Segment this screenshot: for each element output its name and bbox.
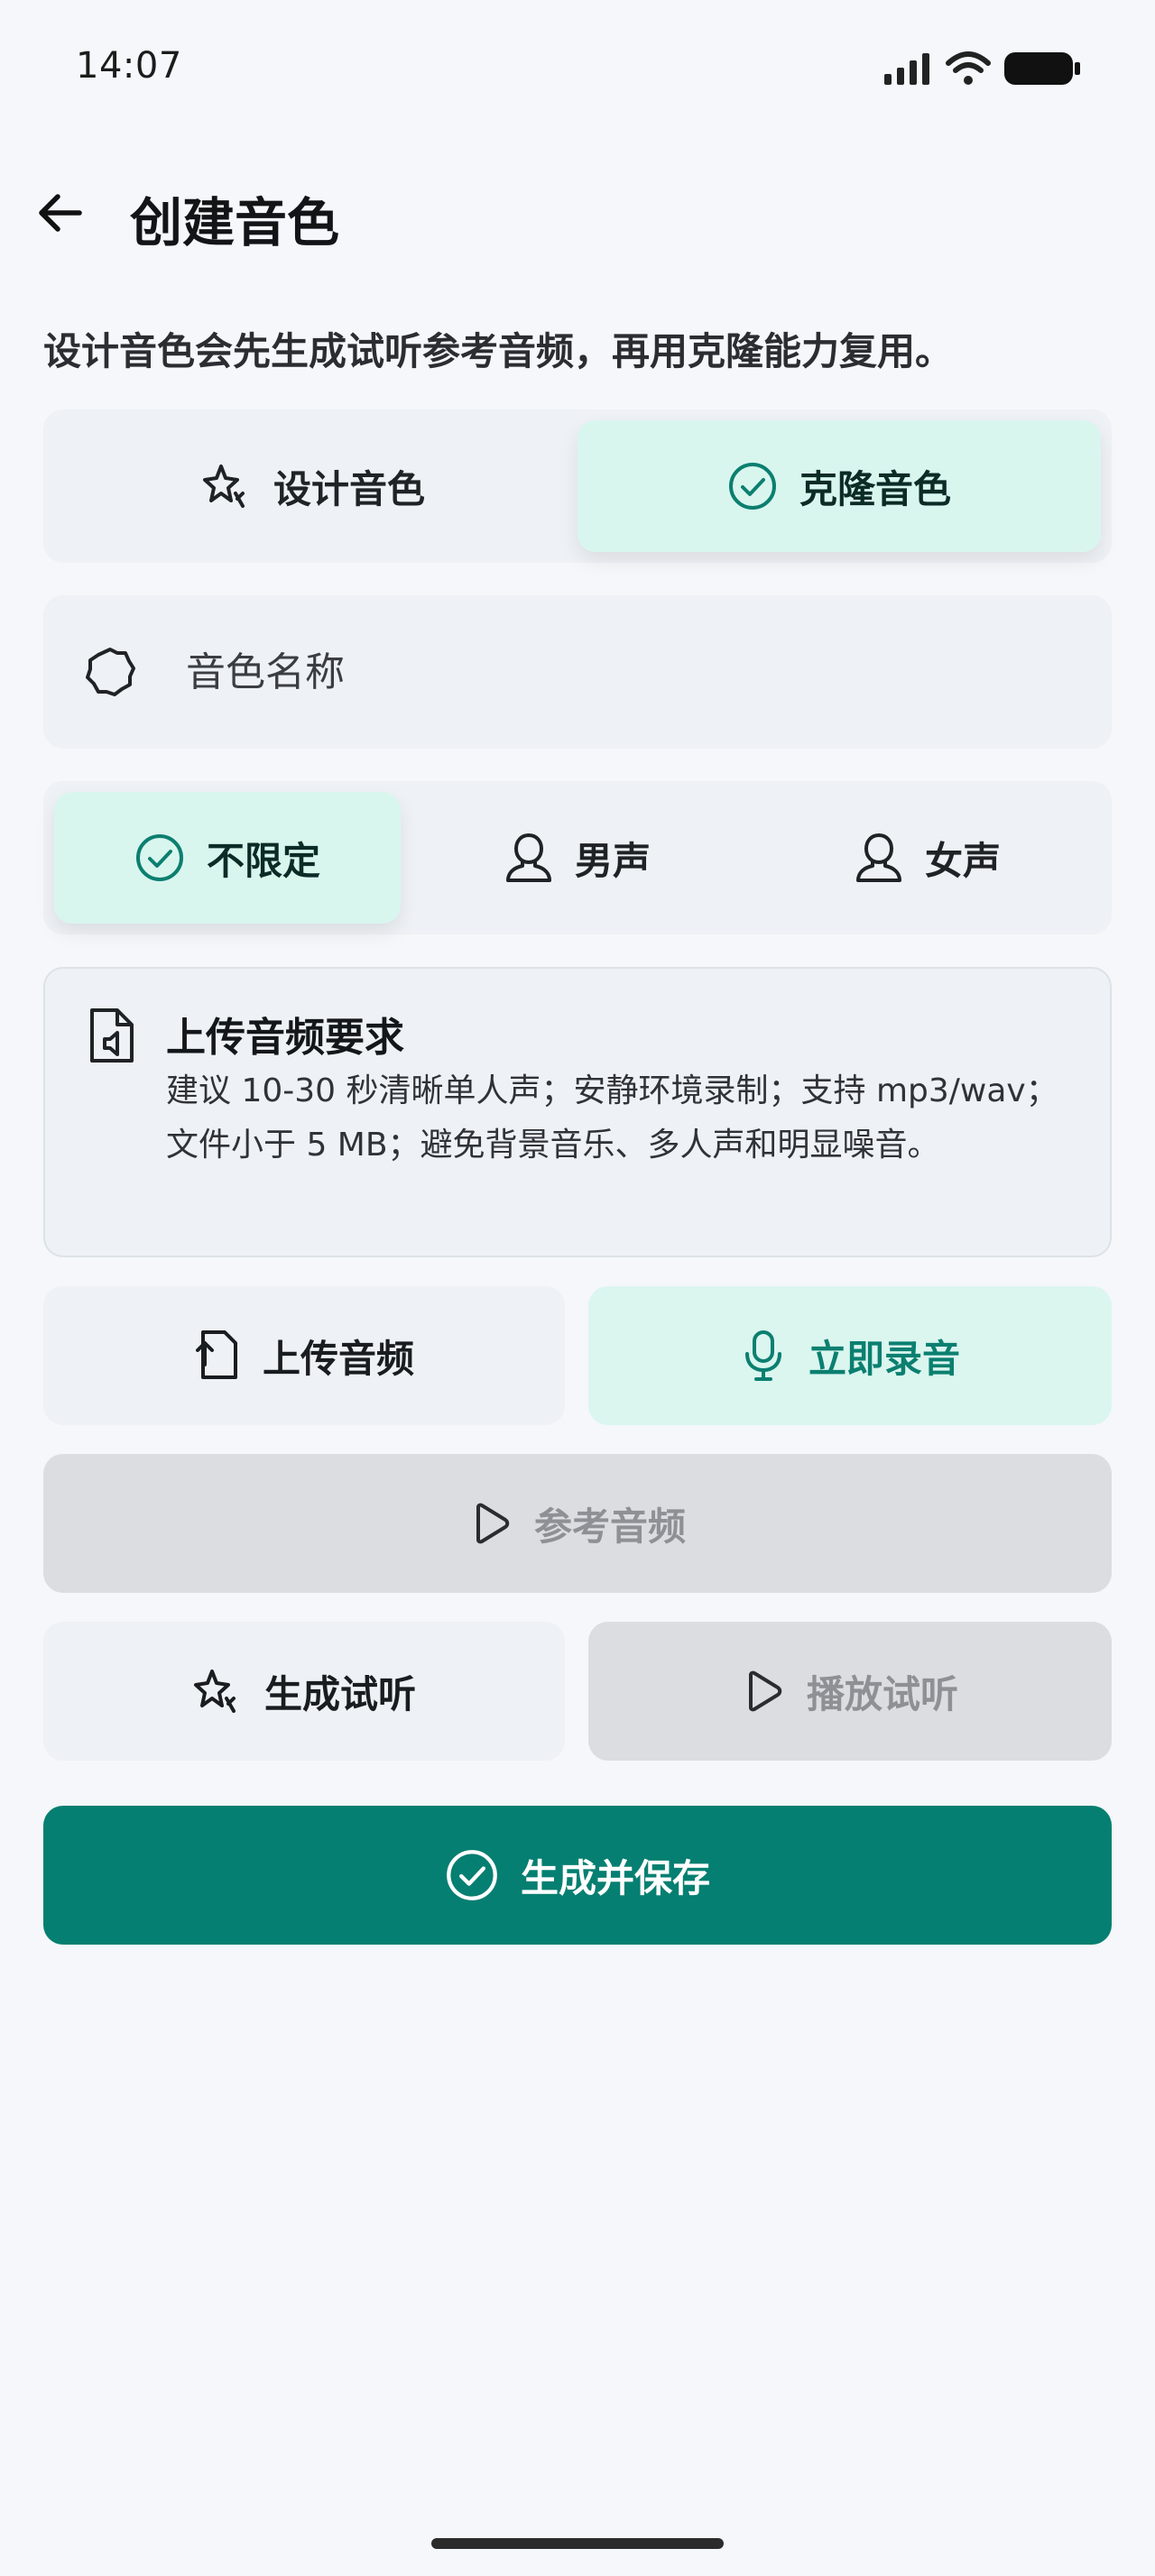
voice-name-input[interactable] <box>186 649 998 695</box>
option-female-voice-label: 女声 <box>924 838 1001 883</box>
option-unlimited-label: 不限定 <box>206 838 320 883</box>
play-icon <box>742 1670 785 1713</box>
upload-requirements-card: 上传音频要求 建议 10-30 秒清晰单人声；安静环境录制；支持 mp3/wav… <box>43 967 1112 1257</box>
play-preview-button[interactable]: 播放试听 <box>588 1622 1112 1761</box>
tab-design-voice-label: 设计音色 <box>273 466 425 511</box>
sparkle-icon <box>192 1666 243 1716</box>
home-indicator[interactable] <box>431 2538 724 2549</box>
generate-preview-label: 生成试听 <box>263 1671 416 1716</box>
option-unlimited[interactable]: 不限定 <box>54 792 401 924</box>
record-now-label: 立即录音 <box>808 1336 960 1381</box>
requirements-title: 上传音频要求 <box>166 1015 404 1061</box>
page-title: 创建音色 <box>130 192 340 253</box>
person-icon <box>504 832 553 884</box>
file-upload-icon <box>194 1329 241 1383</box>
generate-and-save-button[interactable]: 生成并保存 <box>43 1806 1112 1945</box>
arrow-left-icon <box>34 188 85 238</box>
check-circle-icon <box>134 833 185 883</box>
option-male-voice[interactable]: 男声 <box>404 792 751 924</box>
mode-segmented-control: 设计音色 克隆音色 <box>43 409 1112 563</box>
back-button[interactable] <box>31 184 88 242</box>
person-icon <box>855 832 903 884</box>
sparkle-icon <box>201 461 252 511</box>
description-text: 设计音色会先生成试听参考音频，再用克隆能力复用。 <box>43 329 954 373</box>
upload-audio-button[interactable]: 上传音频 <box>43 1286 565 1425</box>
tab-clone-voice-label: 克隆音色 <box>799 466 951 511</box>
voice-name-field[interactable] <box>43 595 1112 749</box>
wifi-icon <box>946 51 991 87</box>
status-time: 14:07 <box>76 45 182 87</box>
reference-audio-label: 参考音频 <box>533 1504 686 1549</box>
check-circle-icon <box>445 1848 499 1902</box>
signal-icon <box>882 52 933 85</box>
reference-audio-button[interactable]: 参考音频 <box>43 1454 1112 1593</box>
requirements-text: 建议 10-30 秒清晰单人声；安静环境录制；支持 mp3/wav；文件小于 5… <box>166 1072 1058 1164</box>
tab-design-voice[interactable]: 设计音色 <box>54 420 572 552</box>
gender-segmented-control: 不限定 男声 女声 <box>43 781 1112 934</box>
tab-clone-voice[interactable]: 克隆音色 <box>578 420 1101 552</box>
check-circle-icon <box>727 461 778 511</box>
battery-icon <box>1003 51 1081 87</box>
option-male-voice-label: 男声 <box>574 838 651 883</box>
status-icons <box>882 49 1081 88</box>
upload-audio-label: 上传音频 <box>262 1336 414 1381</box>
blob-icon <box>81 643 139 701</box>
play-preview-label: 播放试听 <box>806 1671 958 1716</box>
record-now-button[interactable]: 立即录音 <box>588 1286 1112 1425</box>
option-female-voice[interactable]: 女声 <box>754 792 1101 924</box>
microphone-icon <box>740 1329 787 1383</box>
generate-and-save-label: 生成并保存 <box>520 1855 710 1900</box>
generate-preview-button[interactable]: 生成试听 <box>43 1622 565 1761</box>
audio-file-icon <box>85 1005 143 1070</box>
play-icon <box>469 1502 513 1545</box>
